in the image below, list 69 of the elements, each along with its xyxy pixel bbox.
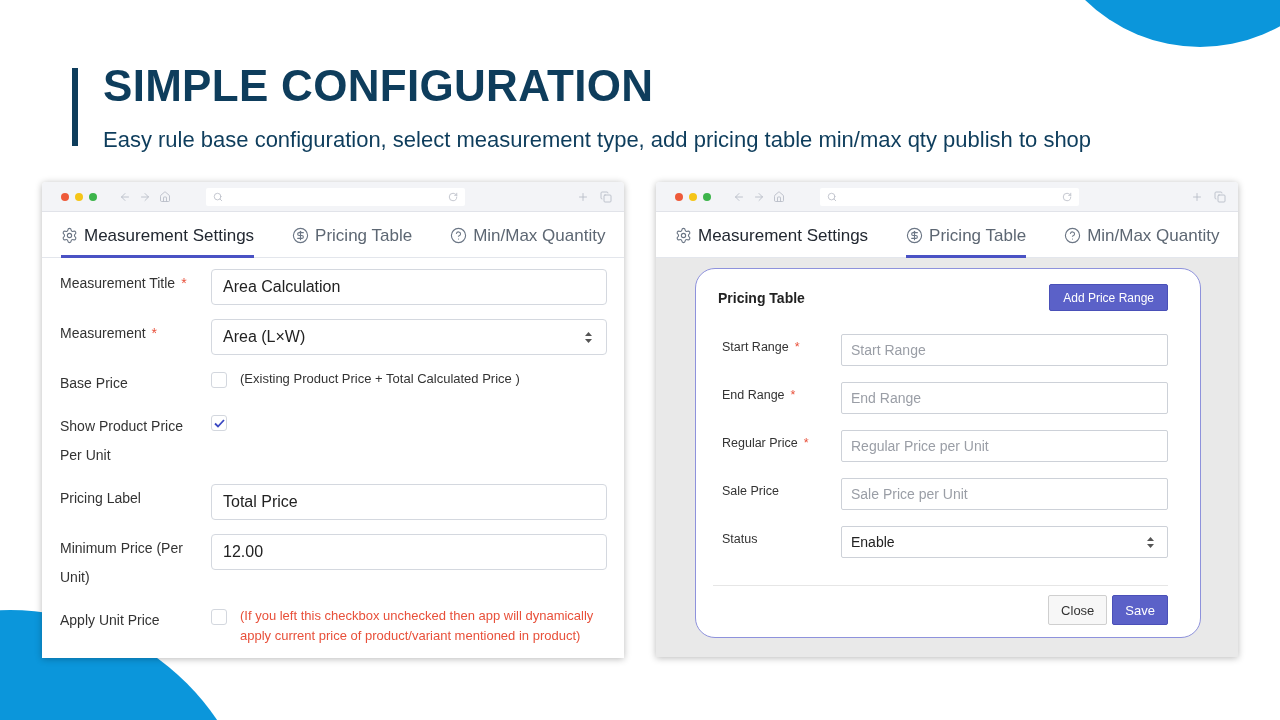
plus-icon[interactable] <box>1191 190 1203 203</box>
reload-icon[interactable] <box>448 191 458 202</box>
field-label: Measurement <box>60 324 146 343</box>
help-icon <box>1064 227 1082 244</box>
warning-note: (If you left this checkbox unchecked then app will dynamically apply current price of product/variant mentioned in product) <box>240 607 595 645</box>
copy-icon[interactable] <box>1214 190 1226 203</box>
tab[interactable]: Min/Max Quantity <box>1064 212 1220 258</box>
field-label: Start Range <box>722 339 789 356</box>
add-price-range-button[interactable]: Add Price Range <box>1049 284 1168 311</box>
required-mark: * <box>803 436 809 450</box>
forward-arrow-icon[interactable] <box>139 190 151 203</box>
plus-icon[interactable] <box>577 190 589 203</box>
search-icon <box>213 191 223 202</box>
checkbox[interactable] <box>211 415 227 431</box>
checkbox[interactable] <box>211 372 227 388</box>
page-subtitle: Easy rule base configuration, select measurement type, add pricing table min/max qty publish to shop <box>103 126 1092 154</box>
checkmark-icon <box>213 418 225 428</box>
tab[interactable]: Measurement Settings <box>61 212 255 258</box>
back-arrow-icon[interactable] <box>733 190 745 203</box>
field-label: Pricing Label <box>60 489 141 508</box>
checkbox[interactable] <box>211 609 227 625</box>
reload-icon[interactable] <box>1062 191 1072 202</box>
forward-arrow-icon[interactable] <box>753 190 765 203</box>
field-label: Minimum Price (Per Unit) <box>60 539 184 587</box>
required-mark: * <box>790 388 796 402</box>
select-field[interactable]: Area (L×W) <box>211 319 607 355</box>
dollar-icon <box>292 227 310 244</box>
input-field[interactable]: Area Calculation <box>211 269 607 305</box>
field-label: Regular Price <box>722 435 798 452</box>
address-bar[interactable] <box>206 187 465 206</box>
home-icon[interactable] <box>159 190 171 203</box>
sort-caret-icon <box>585 331 592 343</box>
copy-icon[interactable] <box>600 190 612 203</box>
select-field[interactable]: Enable <box>841 526 1168 558</box>
sort-caret-icon <box>1147 536 1154 548</box>
input-field[interactable]: End Range <box>841 382 1168 414</box>
input-field[interactable]: Sale Price per Unit <box>841 478 1168 510</box>
field-label: Show Product Price Per Unit <box>60 417 184 465</box>
input-field[interactable]: Start Range <box>841 334 1168 366</box>
field-label: Status <box>722 531 758 548</box>
field-label: Apply Unit Price <box>60 611 160 630</box>
required-mark: * <box>794 340 800 354</box>
input-field[interactable]: Regular Price per Unit <box>841 430 1168 462</box>
close-button[interactable]: Close <box>1048 595 1108 625</box>
back-arrow-icon[interactable] <box>119 190 131 203</box>
window-controls-icon <box>61 192 97 201</box>
checkbox-note: (Existing Product Price + Total Calculated Price ) <box>240 370 521 388</box>
window-controls-icon <box>675 192 711 201</box>
field-label: Sale Price <box>722 483 779 500</box>
field-label: Measurement Title <box>60 274 176 293</box>
home-icon[interactable] <box>773 190 785 203</box>
input-field[interactable]: Total Price <box>211 484 607 520</box>
save-button[interactable]: Save <box>1112 595 1168 625</box>
address-bar[interactable] <box>820 187 1079 206</box>
required-mark: * <box>151 325 158 341</box>
dialog-title: Pricing Table <box>718 289 805 306</box>
help-icon <box>450 227 468 244</box>
settings-icon <box>675 227 692 244</box>
tab[interactable]: Min/Max Quantity <box>450 212 606 258</box>
field-label: End Range <box>722 387 785 404</box>
tab[interactable]: Measurement Settings <box>675 212 869 258</box>
settings-icon <box>61 227 78 244</box>
dollar-icon <box>906 227 924 244</box>
required-mark: * <box>181 275 187 291</box>
page-title: SIMPLE CONFIGURATION <box>103 62 655 110</box>
input-field[interactable]: 12.00 <box>211 534 607 570</box>
tab[interactable]: Pricing Table <box>292 212 413 258</box>
field-label: Base Price <box>60 374 128 393</box>
search-icon <box>827 191 837 202</box>
